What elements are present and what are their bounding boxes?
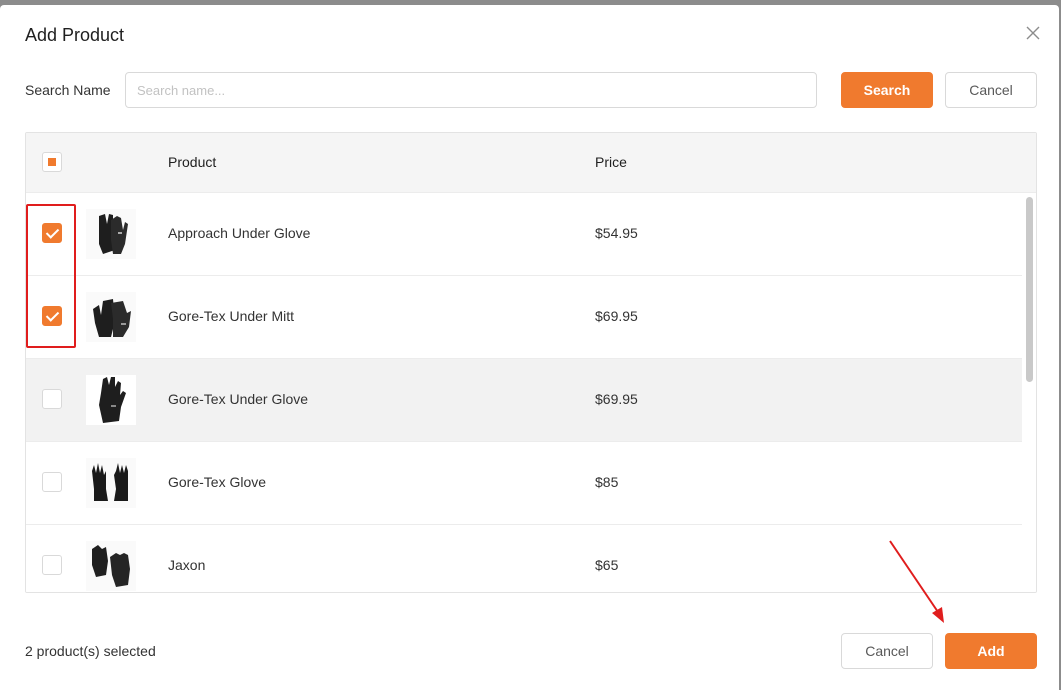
glove-image <box>86 209 136 259</box>
table-row[interactable]: Gore-Tex Under Glove $69.95 <box>26 359 1022 442</box>
product-name: Approach Under Glove <box>168 225 311 241</box>
scrollbar-thumb[interactable] <box>1026 197 1033 382</box>
product-price: $85 <box>595 474 619 490</box>
selection-status: 2 product(s) selected <box>25 643 156 659</box>
column-header-price: Price <box>595 154 627 170</box>
modal-title: Add Product <box>25 25 125 45</box>
footer-cancel-button[interactable]: Cancel <box>841 633 933 669</box>
product-table: Product Price Approach Under Glove $54.9… <box>25 132 1037 593</box>
search-input[interactable] <box>125 72 817 108</box>
product-price: $65 <box>595 557 619 573</box>
row-checkbox[interactable] <box>42 223 62 243</box>
row-checkbox[interactable] <box>42 555 62 575</box>
table-row[interactable]: Approach Under Glove $54.95 <box>26 193 1022 276</box>
product-price: $69.95 <box>595 308 638 324</box>
search-label: Search Name <box>25 82 111 98</box>
product-name: Gore-Tex Under Glove <box>168 391 309 407</box>
product-price: $69.95 <box>595 391 638 407</box>
row-checkbox[interactable] <box>42 306 62 326</box>
table-row[interactable]: Gore-Tex Glove $85 <box>26 442 1022 525</box>
add-button[interactable]: Add <box>945 633 1037 669</box>
pair-gloves-image <box>86 458 136 508</box>
table-row[interactable]: Jaxon $65 <box>26 525 1022 592</box>
mitt-image <box>86 292 136 342</box>
glove-image <box>86 375 136 425</box>
product-name: Gore-Tex Under Mitt <box>168 308 295 324</box>
row-checkbox[interactable] <box>42 389 62 409</box>
table-row[interactable]: Gore-Tex Under Mitt $69.95 <box>26 276 1022 359</box>
select-all-checkbox[interactable] <box>42 152 62 172</box>
add-product-modal: Add Product Search Name Search Cancel Pr… <box>0 5 1059 690</box>
search-button[interactable]: Search <box>841 72 933 108</box>
column-header-product: Product <box>168 154 217 170</box>
row-checkbox[interactable] <box>42 472 62 492</box>
close-icon[interactable] <box>1025 25 1041 41</box>
product-price: $54.95 <box>595 225 638 241</box>
pair-gloves-image <box>86 541 136 591</box>
search-cancel-button[interactable]: Cancel <box>945 72 1037 108</box>
table-header: Product Price <box>26 133 1036 193</box>
product-name: Gore-Tex Glove <box>168 474 267 490</box>
product-name: Jaxon <box>168 557 206 573</box>
